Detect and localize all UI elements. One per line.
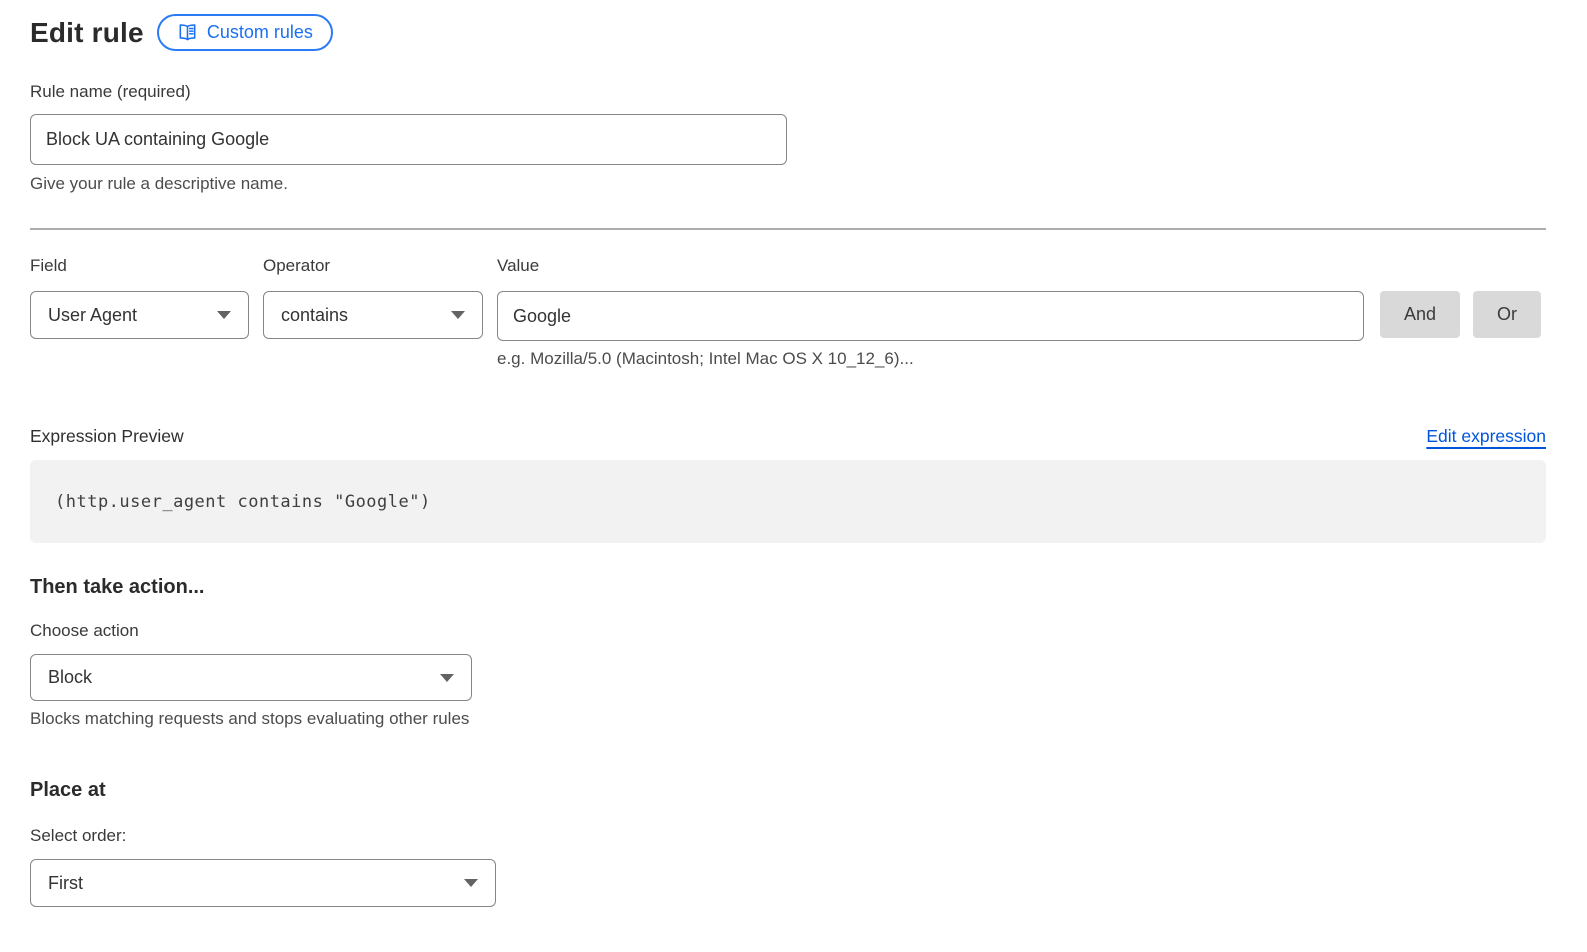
operator-select-value: contains	[281, 305, 348, 326]
value-label: Value	[497, 256, 1364, 276]
expression-code: (http.user_agent contains "Google")	[55, 492, 431, 512]
rule-name-section: Rule name (required) Give your rule a de…	[30, 82, 1587, 194]
rule-name-label: Rule name (required)	[30, 82, 1587, 102]
field-select[interactable]: User Agent	[30, 291, 249, 339]
section-divider	[30, 228, 1546, 230]
custom-rules-docs-button[interactable]: Custom rules	[157, 14, 333, 51]
chevron-down-icon	[464, 879, 478, 887]
chevron-down-icon	[217, 311, 231, 319]
field-select-value: User Agent	[48, 305, 137, 326]
value-input[interactable]	[497, 291, 1364, 341]
and-button[interactable]: And	[1380, 291, 1460, 338]
or-button[interactable]: Or	[1473, 291, 1541, 338]
expression-preview-header: Expression Preview Edit expression	[30, 426, 1546, 447]
chevron-down-icon	[440, 674, 454, 682]
expression-preview-label: Expression Preview	[30, 426, 184, 447]
expression-preview-code-block: (http.user_agent contains "Google")	[30, 460, 1546, 543]
action-section: Then take action... Choose action Block …	[30, 576, 1587, 729]
order-select-value: First	[48, 873, 83, 894]
connector-buttons: And Or	[1380, 291, 1541, 338]
edit-rule-page: Edit rule Custom rules Rule name (requir…	[0, 0, 1587, 907]
field-label: Field	[30, 256, 249, 276]
open-book-icon	[177, 22, 198, 43]
action-select[interactable]: Block	[30, 654, 472, 701]
order-select[interactable]: First	[30, 859, 496, 907]
operator-column: Operator contains	[263, 256, 483, 339]
select-order-label: Select order:	[30, 826, 1587, 846]
action-helper: Blocks matching requests and stops evalu…	[30, 709, 1587, 729]
rule-name-helper: Give your rule a descriptive name.	[30, 174, 1587, 194]
field-column: Field User Agent	[30, 256, 249, 339]
condition-builder-row: Field User Agent Operator contains Value…	[30, 256, 1587, 369]
expression-preview-section: Expression Preview Edit expression (http…	[30, 426, 1587, 543]
rule-name-input[interactable]	[30, 114, 787, 165]
value-column: Value e.g. Mozilla/5.0 (Macintosh; Intel…	[497, 256, 1364, 369]
value-helper: e.g. Mozilla/5.0 (Macintosh; Intel Mac O…	[497, 349, 1364, 369]
place-at-heading: Place at	[30, 779, 1587, 802]
placement-section: Place at Select order: First	[30, 779, 1587, 907]
page-title: Edit rule	[30, 17, 144, 49]
action-heading: Then take action...	[30, 576, 1587, 599]
operator-label: Operator	[263, 256, 483, 276]
operator-select[interactable]: contains	[263, 291, 483, 339]
page-header: Edit rule Custom rules	[30, 14, 1587, 51]
choose-action-label: Choose action	[30, 621, 1587, 641]
edit-expression-link[interactable]: Edit expression	[1426, 426, 1546, 447]
action-select-value: Block	[48, 667, 92, 688]
custom-rules-label: Custom rules	[207, 22, 313, 43]
chevron-down-icon	[451, 311, 465, 319]
